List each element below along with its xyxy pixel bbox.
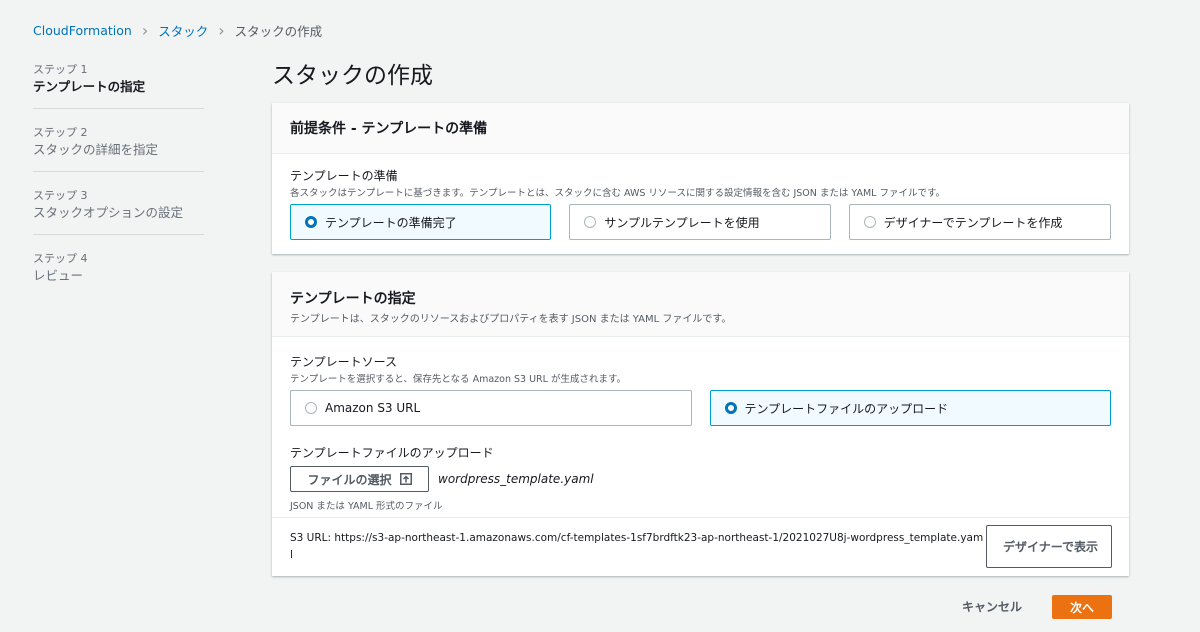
option-label: デザイナーでテンプレートを作成 [883,215,1063,230]
option-sample-template[interactable]: サンプルテンプレートを使用 [569,204,831,240]
prereq-panel: 前提条件 - テンプレートの準備 テンプレートの準備 各スタックはテンプレートに… [272,103,1129,254]
option-template-ready[interactable]: テンプレートの準備完了 [290,204,552,240]
upload-row: ファイルの選択 wordpress_template.yaml [290,466,1111,492]
option-label: サンプルテンプレートを使用 [604,215,760,230]
step-title: スタックオプションの設定 [33,205,184,220]
chevron-right-icon: › [141,20,149,40]
step-title: スタックの詳細を指定 [33,142,159,157]
breadcrumb: CloudFormation › スタック › スタックの作成 [33,21,322,40]
template-body: テンプレートソース テンプレートを選択すると、保存先となる Amazon S3 … [272,337,1129,512]
s3-url-section: S3 URL: https://s3-ap-northeast-1.amazon… [272,517,1129,576]
prereq-field-label: テンプレートの準備 [290,169,398,183]
step-2: ステップ 2 スタックの詳細を指定 [33,123,204,172]
chevron-right-icon: › [218,20,225,40]
upload-label: テンプレートファイルのアップロード [290,446,494,460]
template-panel: テンプレートの指定 テンプレートは、スタックのリソースおよびプロパティを表す J… [272,272,1129,576]
option-designer-template[interactable]: デザイナーでテンプレートを作成 [848,204,1111,240]
radio-selected-icon[interactable] [305,216,317,228]
template-desc: テンプレートは、スタックのリソースおよびプロパティを表す JSON または YA… [290,314,732,325]
option-label: Amazon S3 URL [325,401,421,415]
step-1: ステップ 1 テンプレートの指定 [33,60,204,109]
prereq-title: 前提条件 - テンプレートの準備 [290,121,488,137]
template-title: テンプレートの指定 [290,291,416,307]
s3-url-text: S3 URL: https://s3-ap-northeast-1.amazon… [290,530,984,564]
option-upload-file[interactable]: テンプレートファイルのアップロード [709,390,1111,426]
cancel-button[interactable]: キャンセル [962,595,1022,619]
step-number: ステップ 1 [33,63,88,76]
step-number: ステップ 3 [33,189,88,202]
s3-url-value: https://s3-ap-northeast-1.amazonaws.com/… [290,532,984,561]
step-number: ステップ 4 [33,252,88,265]
breadcrumb-current: スタックの作成 [234,24,323,39]
source-label: テンプレートソース [290,355,398,369]
step-4: ステップ 4 レビュー [33,249,204,297]
option-s3-url[interactable]: Amazon S3 URL [290,390,692,426]
prereq-header: 前提条件 - テンプレートの準備 [272,103,1129,154]
radio-icon[interactable] [863,216,876,228]
wizard-steps: ステップ 1 テンプレートの指定 ステップ 2 スタックの詳細を指定 ステップ … [33,60,204,311]
breadcrumb-stacks[interactable]: スタック [158,21,208,40]
step-3: ステップ 3 スタックオプションの設定 [33,186,204,235]
step-title: レビュー [33,268,84,283]
option-label: テンプレートファイルのアップロード [744,401,949,416]
wizard-actions: キャンセル 次へ [0,595,1200,619]
s3-url-label: S3 URL: [290,532,332,544]
source-desc: テンプレートを選択すると、保存先となる Amazon S3 URL が生成されま… [290,374,626,385]
prereq-field-desc: 各スタックはテンプレートに基づきます。テンプレートとは、スタックに含む AWS … [290,188,946,199]
step-title: テンプレートの指定 [33,79,146,94]
page-title: スタックの作成 [272,63,433,89]
radio-icon[interactable] [584,216,597,228]
option-label: テンプレートの準備完了 [325,215,457,230]
prereq-options: テンプレートの準備完了 サンプルテンプレートを使用 デザイナーでテンプレートを作… [290,204,1111,240]
step-number: ステップ 2 [33,126,88,139]
choose-file-button[interactable]: ファイルの選択 [290,466,429,492]
source-options: Amazon S3 URL テンプレートファイルのアップロード [290,390,1111,426]
upload-icon [399,473,412,485]
next-button[interactable]: 次へ [1052,595,1112,619]
prereq-body: テンプレートの準備 各スタックはテンプレートに基づきます。テンプレートとは、スタ… [272,154,1129,240]
radio-icon[interactable] [305,402,317,414]
radio-selected-icon[interactable] [724,402,737,414]
view-in-designer-button[interactable]: デザイナーで表示 [986,525,1112,568]
selected-file-name: wordpress_template.yaml [438,472,594,486]
file-format-hint: JSON または YAML 形式のファイル [290,501,443,512]
breadcrumb-cloudformation[interactable]: CloudFormation [33,23,132,38]
choose-file-label: ファイルの選択 [307,472,392,487]
template-header: テンプレートの指定 テンプレートは、スタックのリソースおよびプロパティを表す J… [272,272,1129,337]
